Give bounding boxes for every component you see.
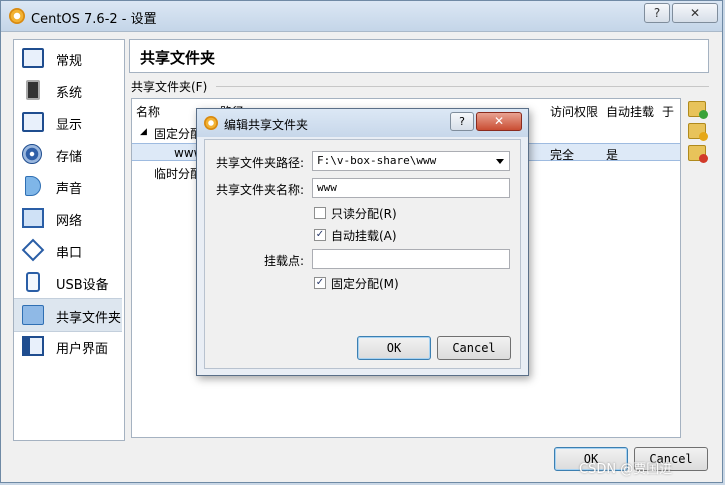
chip-icon [26, 80, 40, 100]
close-button[interactable]: ✕ [672, 3, 718, 23]
sidebar-item-label: 声音 [56, 182, 83, 197]
sidebar-item-user-interface[interactable]: 用户界面 [14, 330, 122, 362]
sidebar-item-label: 显示 [56, 118, 83, 133]
virtualbox-gear-icon [204, 116, 218, 130]
column-header-name[interactable]: 名称 [136, 103, 160, 120]
page-header: 共享文件夹 [129, 39, 709, 73]
sidebar-item-shared-folders[interactable]: 共享文件夹 [14, 298, 122, 332]
permanent-checkbox[interactable]: ✓ [314, 277, 326, 289]
add-icon [699, 110, 708, 119]
remove-icon [699, 154, 708, 163]
dialog-body: 共享文件夹路径: F:\v-box-share\www 共享文件夹名称: www… [204, 139, 521, 369]
remove-shared-folder-button[interactable] [688, 145, 708, 163]
dialog-title: 编辑共享文件夹 [224, 118, 309, 132]
sidebar-item-general[interactable]: 常规 [14, 42, 122, 74]
edit-icon [699, 132, 708, 141]
sidebar-item-serial[interactable]: 串口 [14, 234, 122, 266]
readonly-checkbox[interactable] [314, 207, 326, 219]
folder-name-label: 共享文件夹名称: [216, 183, 305, 197]
sidebar-item-label: 常规 [56, 54, 83, 69]
serial-port-icon [21, 238, 45, 262]
collapse-triangle-icon[interactable]: ◢ [140, 127, 147, 137]
sidebar-item-label: 用户界面 [56, 342, 109, 357]
column-header-automount[interactable]: 自动挂载 [606, 103, 654, 120]
readonly-label[interactable]: 只读分配(R) [331, 205, 397, 222]
group-label: 固定分配 [154, 127, 203, 141]
folder-path-dropdown[interactable]: F:\v-box-share\www [312, 151, 510, 171]
column-header-access[interactable]: 访问权限 [550, 103, 598, 120]
dialog-ok-button[interactable]: OK [357, 336, 431, 360]
row-automount: 是 [606, 148, 619, 162]
sidebar-item-label: 共享文件夹 [56, 311, 122, 326]
watermark: CSDN @贾国进 [579, 462, 673, 477]
permanent-label[interactable]: 固定分配(M) [331, 275, 399, 292]
disk-icon [22, 144, 42, 164]
dialog-cancel-button[interactable]: Cancel [437, 336, 511, 360]
chevron-down-icon[interactable] [496, 159, 504, 164]
monitor-icon [22, 48, 44, 68]
dialog-title-bar[interactable]: 编辑共享文件夹 ? ✕ [197, 109, 528, 137]
mount-point-label: 挂载点: [264, 254, 305, 268]
add-shared-folder-button[interactable] [688, 101, 708, 119]
mount-point-input[interactable] [312, 249, 510, 269]
column-header-at[interactable]: 于 [662, 103, 674, 120]
dialog-close-button[interactable]: ✕ [476, 112, 522, 131]
title-bar[interactable]: CentOS 7.6-2 - 设置 ? ✕ [1, 1, 722, 32]
section-divider [216, 86, 709, 87]
page-title: 共享文件夹 [140, 49, 216, 67]
sidebar-item-system[interactable]: 系统 [14, 74, 122, 106]
speaker-icon [25, 176, 41, 196]
window-title: CentOS 7.6-2 - 设置 [31, 12, 157, 27]
display-icon [22, 112, 44, 132]
automount-checkbox[interactable]: ✓ [314, 229, 326, 241]
automount-label[interactable]: 自动挂载(A) [331, 227, 397, 244]
sidebar-item-storage[interactable]: 存储 [14, 138, 122, 170]
sidebar-item-audio[interactable]: 声音 [14, 170, 122, 202]
sidebar-item-label: USB设备 [56, 278, 109, 293]
usb-icon [26, 272, 40, 292]
edit-shared-folder-button[interactable] [688, 123, 708, 141]
folder-name-value: www [317, 181, 337, 194]
edit-shared-folder-dialog: 编辑共享文件夹 ? ✕ 共享文件夹路径: F:\v-box-share\www … [196, 108, 529, 376]
settings-sidebar: 常规 系统 显示 存储 声音 网络 串口 USB设备 共享文件夹 用户界面 [13, 39, 125, 441]
section-label: 共享文件夹(F) [131, 80, 208, 94]
sidebar-item-usb[interactable]: USB设备 [14, 266, 122, 298]
sidebar-item-label: 存储 [56, 150, 83, 165]
folder-path-value: F:\v-box-share\www [317, 154, 437, 167]
sidebar-item-label: 系统 [56, 86, 83, 101]
sidebar-item-label: 串口 [56, 246, 83, 261]
network-icon [22, 208, 44, 228]
folder-name-input[interactable]: www [312, 178, 510, 198]
virtualbox-gear-icon [9, 8, 25, 24]
help-button[interactable]: ? [644, 3, 670, 23]
dialog-help-button[interactable]: ? [450, 112, 474, 131]
sidebar-item-label: 网络 [56, 214, 83, 229]
sidebar-item-display[interactable]: 显示 [14, 106, 122, 138]
folder-icon [22, 305, 44, 325]
folder-path-label: 共享文件夹路径: [216, 156, 305, 170]
sidebar-item-network[interactable]: 网络 [14, 202, 122, 234]
group-label: 临时分配 [154, 167, 203, 181]
row-access: 完全 [550, 148, 575, 162]
user-interface-icon [22, 336, 44, 356]
